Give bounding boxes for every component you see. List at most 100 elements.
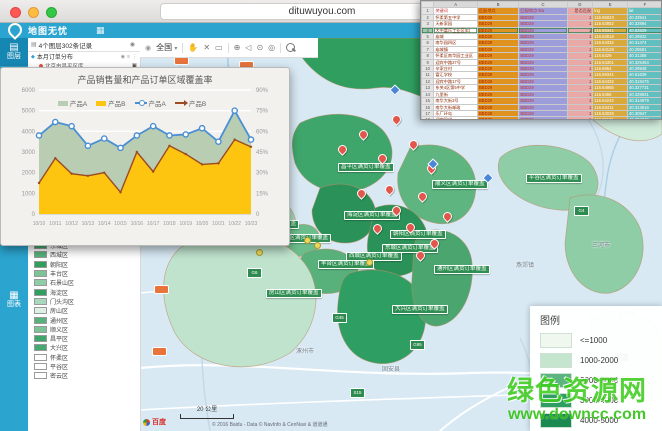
district-item[interactable]: 房山区 bbox=[34, 306, 74, 315]
visibility-icon[interactable]: ◉ bbox=[121, 54, 125, 60]
district-item[interactable]: 顺义区 bbox=[34, 325, 74, 334]
svg-text:75%: 75% bbox=[256, 109, 269, 115]
menu-icon[interactable]: ≡ bbox=[127, 54, 130, 60]
legend-line-swatch bbox=[175, 102, 187, 104]
table-row[interactable]: 18迎宾现代BBD29BBD291116.6517140.302346北京市怀柔… bbox=[422, 117, 662, 120]
district-map-label[interactable]: 房山区满货订单覆盖 bbox=[266, 289, 322, 298]
layer-row[interactable]: ◆ 本月订单分布 ◉ ≡ ⋮ bbox=[28, 52, 140, 61]
eye-icon[interactable]: ◉ bbox=[130, 41, 135, 48]
provider-name: 百度 bbox=[152, 417, 166, 427]
map-toolbar: ◉ 全国 ▾ ✋ ✕ ▭ ⊕ ◁ ⊙ ◎ bbox=[140, 38, 318, 58]
close-window-button[interactable] bbox=[10, 7, 21, 18]
district-map-label[interactable]: 通州区满货订单覆盖 bbox=[434, 265, 490, 274]
spreadsheet-window[interactable]: ABCDEFG1关键词匹配地点匹配地点-Na是否匹配lnglat地址2怀柔第五中… bbox=[420, 0, 662, 120]
marker-yellow[interactable] bbox=[314, 242, 321, 249]
district-swatch bbox=[34, 372, 47, 379]
svg-text:2000: 2000 bbox=[22, 171, 36, 177]
legend-label: 1000-2000 bbox=[580, 356, 618, 365]
highway-shield: G95 bbox=[410, 340, 425, 350]
table-cell[interactable]: BBD29 bbox=[477, 117, 518, 120]
measure-tool-icon[interactable]: ▭ bbox=[215, 43, 223, 52]
map-provider-logo: 百度 bbox=[143, 417, 166, 427]
district-item[interactable]: 昌平区 bbox=[34, 334, 74, 343]
district-name: 石景山区 bbox=[50, 278, 74, 287]
clear-tool-icon[interactable]: ✕ bbox=[203, 43, 210, 52]
district-item[interactable]: 门头沟区 bbox=[34, 297, 74, 306]
district-item[interactable]: 怀柔区 bbox=[34, 353, 74, 362]
table-cell[interactable]: 怀柔区南华园工业区 bbox=[434, 53, 478, 59]
series-name: 产品B bbox=[189, 98, 206, 108]
zoom-window-button[interactable] bbox=[46, 7, 57, 18]
district-map-label[interactable]: 顺义区满货订单覆盖 bbox=[432, 180, 488, 189]
layers-count-text: 4个图层302条记录 bbox=[39, 40, 130, 50]
table-cell[interactable]: BBD29 bbox=[519, 117, 567, 120]
layer-icon: ◆ bbox=[31, 54, 35, 60]
district-item[interactable]: 石景山区 bbox=[34, 278, 74, 287]
svg-text:0: 0 bbox=[256, 212, 260, 218]
chart-legend-item[interactable]: 产品B bbox=[96, 98, 125, 108]
minimize-window-button[interactable] bbox=[28, 7, 39, 18]
town-label: 固安县 bbox=[382, 364, 400, 373]
more-icon[interactable]: ⋮ bbox=[132, 54, 137, 60]
marker-yellow[interactable] bbox=[256, 249, 263, 256]
district-name: 丰台区 bbox=[50, 269, 68, 278]
district-map-label[interactable]: 朝阳区满货订单覆盖 bbox=[390, 230, 446, 239]
legend-line-swatch bbox=[135, 102, 147, 104]
locate-icon[interactable]: ⊕ bbox=[234, 43, 241, 52]
table-cell[interactable]: 40.302346 bbox=[628, 117, 662, 120]
district-item[interactable]: 海淀区 bbox=[34, 287, 74, 296]
table-cell[interactable]: 迎宾现代 bbox=[434, 117, 478, 120]
district-map-label[interactable]: 昌平区满货订单覆盖 bbox=[338, 163, 394, 172]
apps-grid-icon[interactable]: ▦ bbox=[96, 25, 105, 36]
district-item[interactable]: 大兴区 bbox=[34, 343, 74, 352]
region-dropdown[interactable]: 全国 ▾ bbox=[156, 42, 177, 53]
marker-yellow[interactable] bbox=[304, 237, 311, 244]
district-swatch bbox=[34, 317, 47, 324]
district-name: 大兴区 bbox=[50, 343, 68, 352]
share-icon[interactable]: ◁ bbox=[245, 43, 251, 52]
chart-legend-item[interactable]: 产品A bbox=[58, 98, 87, 108]
map-attribution: © 2016 Baidu - Data © NavInfo & CenNavi … bbox=[212, 421, 327, 428]
tab-chart[interactable]: ▦ 图表 bbox=[0, 286, 28, 314]
svg-text:10/14: 10/14 bbox=[98, 221, 111, 227]
district-name: 平谷区 bbox=[50, 362, 68, 371]
spreadsheet-table: ABCDEFG1关键词匹配地点匹配地点-Na是否匹配lnglat地址2怀柔第五中… bbox=[421, 1, 662, 120]
pan-tool-icon[interactable]: ✋ bbox=[188, 43, 198, 52]
district-item[interactable]: 平谷区 bbox=[34, 362, 74, 371]
divider bbox=[182, 43, 183, 53]
district-name: 房山区 bbox=[50, 306, 68, 315]
road-badge bbox=[152, 347, 167, 356]
district-item[interactable]: 朝阳区 bbox=[34, 260, 74, 269]
scale-label: 20 公里 bbox=[197, 407, 217, 413]
highway-shield: G45 bbox=[332, 313, 347, 323]
svg-text:10/12: 10/12 bbox=[65, 221, 78, 227]
district-name: 西城区 bbox=[50, 250, 68, 259]
legend-label: 4000-5000 bbox=[580, 416, 618, 425]
district-item[interactable]: 密云区 bbox=[34, 371, 74, 380]
svg-text:6000: 6000 bbox=[22, 88, 36, 94]
chart-legend-item[interactable]: 产品A bbox=[135, 98, 166, 108]
settings-icon[interactable]: ◎ bbox=[268, 43, 275, 52]
target-icon[interactable]: ⊙ bbox=[256, 43, 263, 52]
district-item[interactable]: 丰台区 bbox=[34, 269, 74, 278]
eye-icon[interactable]: ◉ bbox=[145, 44, 151, 52]
svg-text:10/17: 10/17 bbox=[147, 221, 160, 227]
legend-entry: <=1000 bbox=[540, 333, 662, 348]
svg-text:90%: 90% bbox=[256, 88, 269, 94]
tab-layers[interactable]: ▤ 图层 bbox=[0, 38, 28, 66]
district-map-label[interactable]: 大兴区满货订单覆盖 bbox=[392, 305, 448, 314]
svg-text:10/11: 10/11 bbox=[49, 221, 61, 227]
svg-text:15%: 15% bbox=[256, 191, 269, 197]
district-swatch bbox=[34, 344, 47, 351]
chart-legend-item[interactable]: 产品B bbox=[175, 98, 206, 108]
marker-yellow[interactable] bbox=[366, 259, 373, 266]
district-name: 朝阳区 bbox=[50, 260, 68, 269]
district-item[interactable]: 西城区 bbox=[34, 250, 74, 259]
svg-text:1000: 1000 bbox=[22, 191, 36, 197]
district-item[interactable]: 通州区 bbox=[34, 315, 74, 324]
table-cell[interactable]: 1 bbox=[567, 117, 593, 120]
district-map-label[interactable]: 平谷区满货订单覆盖 bbox=[526, 174, 582, 183]
table-cell[interactable]: 116.65171 bbox=[593, 117, 628, 120]
search-icon[interactable] bbox=[286, 43, 295, 52]
svg-text:10/19: 10/19 bbox=[180, 221, 193, 227]
